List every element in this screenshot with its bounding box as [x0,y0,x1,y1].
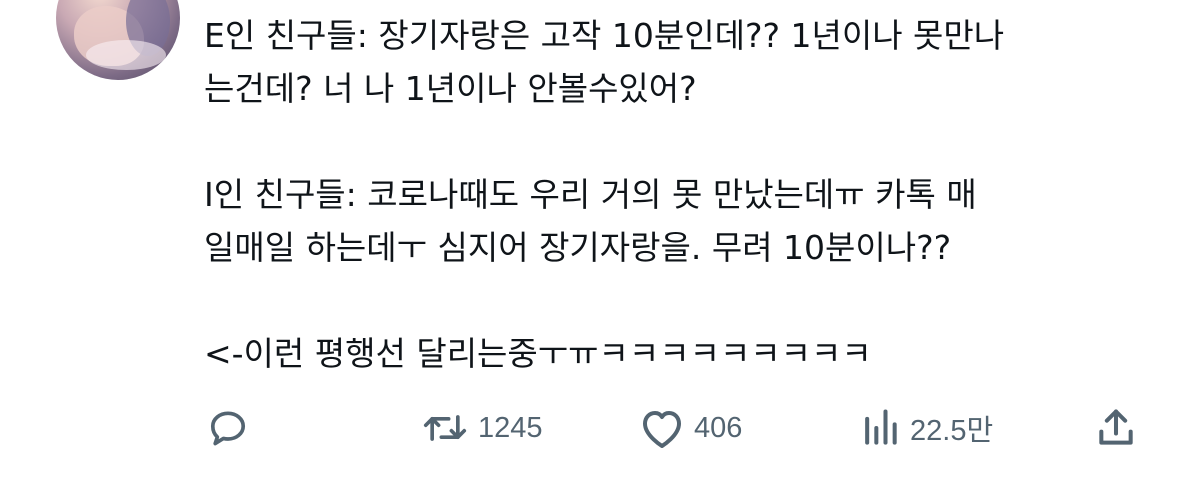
like-count: 406 [694,411,743,444]
tweet-actions-bar: 1245 406 22.5만 [0,404,1200,452]
reply-icon [206,406,250,450]
views-button[interactable]: 22.5만 [858,404,993,452]
heart-icon [638,406,686,450]
retweet-button[interactable]: 1245 [420,404,543,452]
tweet-line: I인 친구들: 코로나때도 우리 거의 못 만났는데ㅠ 카톡 매 [204,175,977,214]
tweet-line: E인 친구들: 장기자랑은 고작 10분인데?? 1년이나 못만나 [204,16,1005,55]
tweet-text: E인 친구들: 장기자랑은 고작 10분인데?? 1년이나 못만나 는건데? 너… [204,9,1164,380]
avatar-art-part [86,40,166,70]
share-button[interactable] [1094,404,1138,452]
reply-button[interactable] [206,404,250,452]
retweet-count: 1245 [478,411,543,444]
tweet-line: 일매일 하는데ㅜ 심지어 장기자랑을. 무려 10분이나?? [204,228,952,267]
tweet-line: 는건데? 너 나 1년이나 안볼수있어? [204,69,697,108]
views-icon [858,406,902,450]
retweet-icon [420,406,470,450]
share-icon [1094,406,1138,450]
views-count: 22.5만 [910,415,994,447]
avatar[interactable] [56,0,180,80]
like-button[interactable]: 406 [638,404,742,452]
tweet-line: <-이런 평행선 달리는중ㅜㅠㅋㅋㅋㅋㅋㅋㅋㅋㅋ [204,334,872,373]
